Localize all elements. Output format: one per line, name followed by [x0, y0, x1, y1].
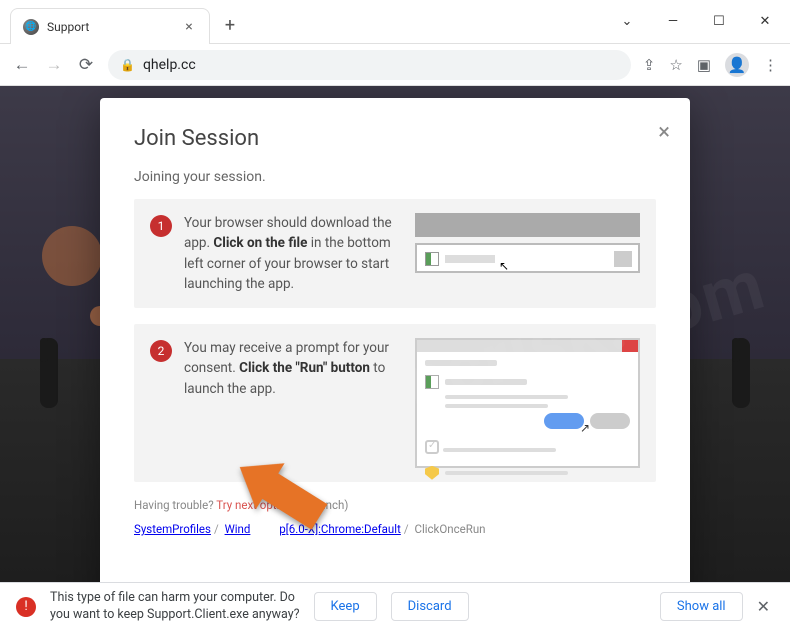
menu-icon[interactable]: ⋮ [763, 56, 778, 74]
crumb-chrome[interactable]: p[6.0-X]:Chrome:Default [279, 522, 401, 536]
background-decor [42, 226, 102, 286]
omnibox[interactable]: 🔒 [108, 50, 631, 80]
step-2: 2 You may receive a prompt for your cons… [134, 324, 656, 482]
step-2-text: You may receive a prompt for your consen… [184, 338, 403, 399]
shield-icon [425, 466, 439, 480]
reading-list-icon[interactable]: ▣ [697, 56, 711, 74]
discard-button[interactable]: Discard [391, 592, 469, 621]
tab-close-icon[interactable]: × [181, 19, 197, 35]
tab-title: Support [47, 20, 173, 34]
back-button[interactable]: ← [12, 55, 32, 75]
bookmark-icon[interactable]: ☆ [669, 56, 682, 74]
modal-subtitle: Joining your session. [134, 169, 656, 185]
join-session-modal: × Join Session Joining your session. 1 Y… [100, 98, 690, 582]
step-1: 1 Your browser should download the app. … [134, 199, 656, 308]
step-2-illustration [415, 338, 640, 468]
step-1-text: Your browser should download the app. Cl… [184, 213, 403, 294]
share-icon[interactable]: ⇪ [643, 56, 656, 74]
window-close-icon[interactable]: ✕ [744, 4, 786, 39]
download-bar-close-icon[interactable]: ✕ [753, 593, 774, 620]
crumb-systemprofiles[interactable]: SystemProfiles [134, 522, 211, 536]
cursor-icon: ↖ [499, 259, 509, 273]
address-bar: ← → ⟳ 🔒 ⇪ ☆ ▣ 👤 ⋮ [0, 44, 790, 86]
reload-button[interactable]: ⟳ [76, 55, 96, 75]
download-filename: Support.Client.exe [147, 607, 249, 622]
trouble-text: Having trouble? Try next option____aunch… [134, 498, 656, 512]
background-decor [40, 338, 58, 408]
browser-tab[interactable]: 🌐 Support × [10, 8, 210, 44]
url-input[interactable] [143, 57, 619, 73]
run-button-illust [544, 413, 584, 429]
crumb-clickoncerun: ClickOnceRun [414, 522, 485, 536]
new-tab-button[interactable]: + [216, 11, 244, 39]
step-badge-1: 1 [150, 215, 172, 237]
step-1-illustration: ↖ [415, 213, 640, 294]
keep-button[interactable]: Keep [314, 592, 377, 621]
background-decor [732, 338, 750, 408]
profile-avatar[interactable]: 👤 [725, 53, 749, 77]
step-badge-2: 2 [150, 340, 172, 362]
lock-icon: 🔒 [120, 58, 135, 72]
window-maximize-icon[interactable]: ☐ [698, 4, 740, 39]
window-controls: ⌄ — ☐ ✕ [602, 0, 790, 43]
show-all-button[interactable]: Show all [660, 592, 743, 621]
window-minimize-icon[interactable]: — [652, 4, 694, 39]
warning-icon: ! [16, 597, 36, 617]
modal-close-icon[interactable]: × [658, 120, 670, 145]
forward-button: → [44, 55, 64, 75]
crumb-wind[interactable]: Wind [225, 522, 251, 536]
page-content: × Join Session Joining your session. 1 Y… [0, 86, 790, 582]
modal-title: Join Session [134, 126, 656, 151]
window-titlebar: 🌐 Support × + ⌄ — ☐ ✕ [0, 0, 790, 44]
window-dropdown-icon[interactable]: ⌄ [606, 4, 648, 39]
download-warning-text: This type of file can harm your computer… [50, 590, 300, 624]
breadcrumb: SystemProfiles/ Wind_____ p[6.0-X]:Chrom… [134, 522, 656, 536]
tab-favicon: 🌐 [23, 19, 39, 35]
download-bar: ! This type of file can harm your comput… [0, 582, 790, 630]
